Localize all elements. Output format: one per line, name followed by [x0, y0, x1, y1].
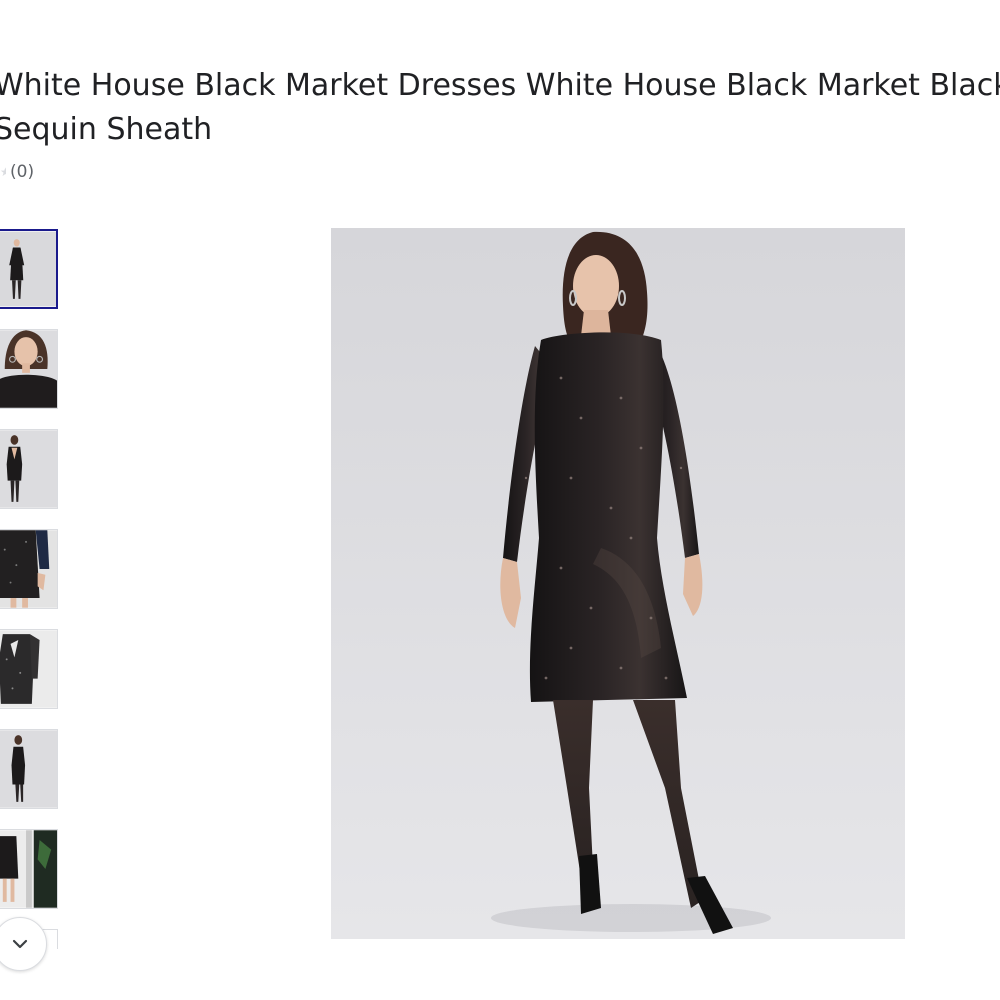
- thumbnail-dress-front[interactable]: [0, 229, 58, 309]
- thumbnail-dress-side[interactable]: [0, 729, 58, 809]
- black-sequin-sheath-dress-image: [331, 228, 905, 939]
- thumbnail-list: [0, 229, 60, 949]
- rating-count: (0): [10, 162, 35, 182]
- dress-mirror-image: [0, 830, 57, 908]
- thumbnail-dress-hem[interactable]: [0, 529, 58, 609]
- dress-hem-detail-image: [0, 530, 57, 608]
- thumbnail-dress-back[interactable]: [0, 429, 58, 509]
- main-product-image[interactable]: [331, 228, 905, 939]
- rating[interactable]: ★ (0): [0, 162, 34, 182]
- dress-closeup-image: [0, 330, 57, 408]
- thumbnail-dress-hanging[interactable]: [0, 629, 58, 709]
- product-title: White House Black Market Dresses White H…: [0, 68, 1000, 147]
- dress-hanging-image: [0, 630, 57, 708]
- dress-back-image: [0, 430, 57, 508]
- dress-front-full-image: [0, 231, 56, 307]
- scroll-down-button[interactable]: [0, 917, 47, 971]
- dress-side-image: [0, 730, 57, 808]
- chevron-down-icon: [12, 939, 28, 949]
- thumbnail-dress-closeup[interactable]: [0, 329, 58, 409]
- thumbnail-dress-mirror[interactable]: [0, 829, 58, 909]
- star-rating-icon: ★: [0, 165, 6, 179]
